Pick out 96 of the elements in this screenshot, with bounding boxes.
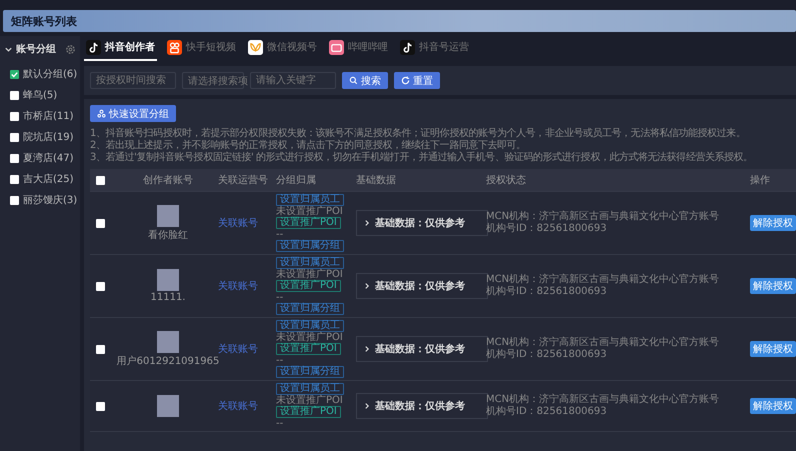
platform-tab[interactable]: 微信视频号 bbox=[246, 38, 319, 60]
link-account-link[interactable]: 关联账号 bbox=[218, 279, 276, 293]
instruction-note: 3、若通过'复制抖音账号授权固定链接' 的形式进行授权，切勿在手机端打开，并通过输入手机号、验证码的形式进行授权，此方式将无法获得经营关系授权。 bbox=[90, 152, 754, 164]
revoke-button[interactable]: 解除授权 bbox=[750, 341, 796, 357]
group-checkbox[interactable] bbox=[10, 70, 19, 78]
set-employee-tag[interactable]: 设置归属员工 bbox=[276, 383, 344, 395]
link-account-link[interactable]: 关联账号 bbox=[218, 399, 276, 413]
set-employee-tag[interactable]: 设置归属员工 bbox=[276, 194, 344, 206]
avatar-placeholder bbox=[157, 204, 179, 226]
mcn-text: MCN机构：济宁高新区古画与典籍文化中心官方账号 bbox=[486, 394, 720, 406]
refresh-icon bbox=[401, 76, 410, 85]
mcn-text: MCN机构：济宁高新区古画与典籍文化中心官方账号 bbox=[486, 211, 720, 222]
platform-tab[interactable]: 哔哩哔哩 bbox=[327, 38, 390, 60]
row-checkbox[interactable] bbox=[96, 218, 105, 228]
poi-status-text: 未设置推广POI bbox=[276, 269, 343, 280]
page-title: 矩阵账号列表 bbox=[11, 14, 77, 28]
link-account-link[interactable]: 关联账号 bbox=[218, 342, 276, 356]
org-id-text: 机构号ID：82561800693 bbox=[486, 349, 608, 361]
instruction-note: 1、抖音账号扫码授权时，若提示部分权限授权失败：该账号不满足授权条件；证明你授权的账号为个人号，非企业号或员工号，无法将私信功能授权过来。 bbox=[90, 128, 746, 140]
camera-logo-icon bbox=[167, 40, 182, 54]
quick-group-button[interactable]: 快速设置分组 bbox=[90, 105, 176, 122]
org-id-text: 机构号ID：82561800693 bbox=[486, 223, 608, 235]
avatar-placeholder bbox=[157, 330, 179, 352]
settings-icon[interactable] bbox=[65, 44, 76, 54]
poi-value-text: -- bbox=[276, 292, 284, 303]
set-poi-tag[interactable]: 设置推广POI bbox=[276, 217, 341, 229]
org-id-text: 机构号ID：82561800693 bbox=[486, 286, 608, 298]
sidebar-title: 账号分组 bbox=[16, 42, 57, 56]
platform-tab[interactable]: 快手短视频 bbox=[165, 38, 238, 60]
set-employee-tag[interactable]: 设置归属员工 bbox=[276, 320, 344, 332]
column-header: 操作 bbox=[750, 174, 771, 187]
set-group-tag[interactable]: 设置归属分组 bbox=[276, 303, 344, 315]
poi-status-text: 未设置推广POI bbox=[276, 395, 343, 406]
org-id-text: 机构号ID：82561800693 bbox=[486, 406, 608, 418]
poi-status-text: 未设置推广POI bbox=[276, 206, 343, 217]
set-employee-tag[interactable]: 设置归属员工 bbox=[276, 257, 344, 269]
revoke-button[interactable]: 解除授权 bbox=[750, 278, 796, 294]
row-checkbox[interactable] bbox=[96, 402, 105, 410]
link-account-link[interactable]: 关联账号 bbox=[218, 216, 276, 230]
mcn-text: MCN机构：济宁高新区古画与典籍文化中心官方账号 bbox=[486, 337, 720, 348]
platform-tab[interactable]: 抖音号运营 bbox=[398, 38, 471, 60]
poi-value-text: -- bbox=[276, 418, 284, 429]
music-note-icon bbox=[400, 40, 415, 54]
group-label[interactable]: 蜂鸟(5) bbox=[23, 88, 58, 102]
group-label[interactable]: 市桥店(11) bbox=[23, 109, 74, 123]
reset-button[interactable]: 重置 bbox=[394, 72, 440, 89]
select-all-checkbox[interactable] bbox=[96, 176, 105, 184]
set-group-tag[interactable]: 设置归属分组 bbox=[276, 240, 344, 252]
keyword-field[interactable]: 请输入关键字 bbox=[250, 72, 336, 89]
group-label[interactable]: 吉大店(25) bbox=[23, 172, 74, 186]
column-header: 分组归属 bbox=[276, 174, 317, 187]
platform-tab[interactable]: 抖音创作者 bbox=[84, 38, 157, 60]
group-checkbox[interactable] bbox=[10, 154, 19, 162]
tv-logo-icon bbox=[329, 40, 344, 54]
group-label[interactable]: 夏湾店(47) bbox=[23, 151, 74, 165]
group-checkbox[interactable] bbox=[10, 90, 19, 100]
group-label[interactable]: 默认分组(6) bbox=[23, 67, 78, 81]
chevron-right-icon bbox=[363, 282, 371, 290]
butterfly-logo-icon bbox=[248, 40, 263, 54]
avatar-placeholder bbox=[157, 269, 179, 291]
account-name: 用户6012921091965 bbox=[116, 354, 220, 368]
mcn-text: MCN机构：济宁高新区古画与典籍文化中心官方账号 bbox=[486, 274, 720, 286]
date-search-field[interactable]: 按授权时间搜索 bbox=[90, 72, 176, 89]
search-button[interactable]: 搜索 bbox=[342, 72, 388, 89]
set-poi-tag[interactable]: 设置推广POI bbox=[276, 343, 341, 355]
group-checkbox[interactable] bbox=[10, 196, 19, 204]
row-checkbox[interactable] bbox=[96, 344, 105, 354]
group-icon bbox=[97, 109, 106, 118]
group-checkbox[interactable] bbox=[10, 174, 19, 184]
column-header: 基础数据 bbox=[356, 174, 397, 187]
instruction-note: 2、若出现上述提示，并不影响账号的正常授权，请点击下方的同意授权，继续往下一路同意下去即可。 bbox=[90, 140, 527, 152]
set-group-tag[interactable]: 设置归属分组 bbox=[276, 366, 344, 378]
set-poi-tag[interactable]: 设置推广POI bbox=[276, 406, 341, 418]
set-poi-tag[interactable]: 设置推广POI bbox=[276, 280, 341, 292]
revoke-button[interactable]: 解除授权 bbox=[750, 215, 796, 231]
chevron-right-icon bbox=[363, 402, 371, 410]
poi-value-text: -- bbox=[276, 355, 284, 366]
poi-value-text: -- bbox=[276, 229, 284, 240]
column-header: 关联运营号 bbox=[218, 174, 269, 187]
group-checkbox[interactable] bbox=[10, 112, 19, 120]
chevron-down-icon[interactable] bbox=[4, 44, 13, 54]
chevron-right-icon bbox=[363, 219, 371, 227]
account-name: 看你脸红 bbox=[148, 228, 188, 242]
music-note-icon bbox=[86, 40, 101, 54]
column-header: 创作者账号 bbox=[142, 174, 194, 187]
revoke-button[interactable]: 解除授权 bbox=[750, 398, 796, 414]
column-header: 授权状态 bbox=[486, 174, 527, 187]
avatar-placeholder bbox=[157, 395, 179, 417]
search-icon bbox=[349, 76, 358, 85]
group-label[interactable]: 丽莎馒庆(3) bbox=[23, 193, 78, 207]
group-label[interactable]: 院坑店(19) bbox=[23, 130, 74, 144]
poi-status-text: 未设置推广POI bbox=[276, 332, 343, 343]
row-checkbox[interactable] bbox=[96, 282, 105, 290]
account-name: 11111. bbox=[150, 292, 186, 303]
group-checkbox[interactable] bbox=[10, 132, 19, 142]
chevron-right-icon bbox=[363, 345, 371, 353]
